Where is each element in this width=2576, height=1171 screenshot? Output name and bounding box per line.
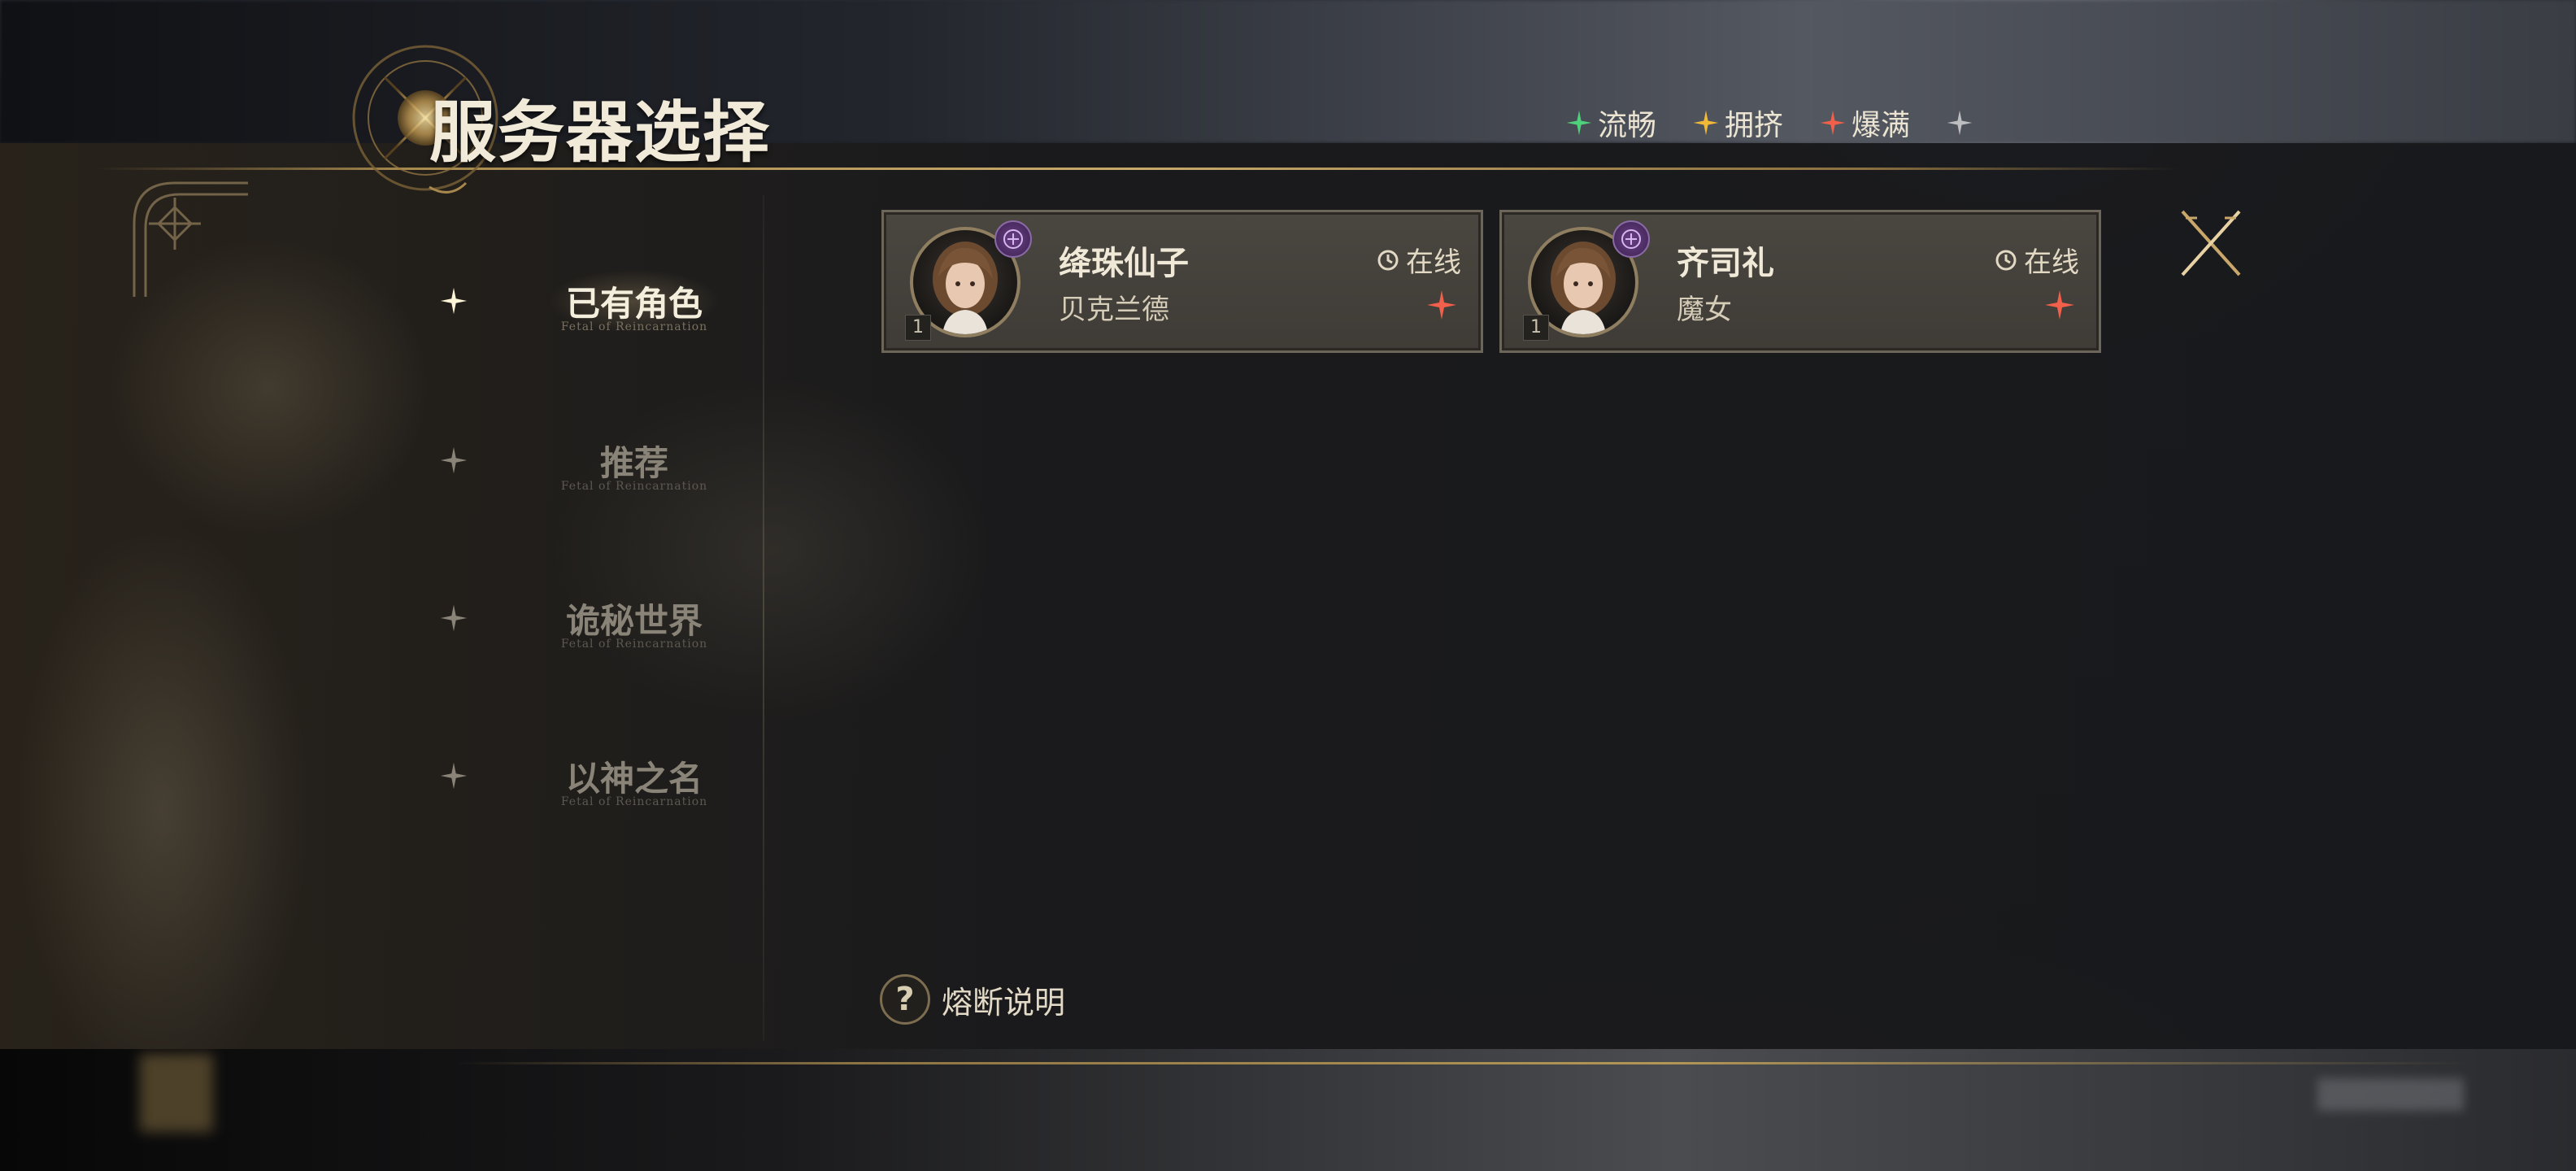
character-level: 1 bbox=[1523, 315, 1549, 341]
server-load-icon bbox=[2045, 290, 2074, 320]
page-title: 服务器选择 bbox=[429, 94, 772, 172]
sparkle-icon bbox=[1947, 110, 1973, 136]
legend-item-full: 爆满 bbox=[1819, 102, 1910, 144]
sparkle-icon bbox=[1820, 110, 1846, 136]
sparkle-icon bbox=[440, 287, 468, 315]
nav-label: 诡秘世界 bbox=[565, 601, 703, 641]
server-load-icon bbox=[1427, 290, 1456, 320]
character-name: 齐司礼 bbox=[1677, 244, 1774, 282]
character-level: 1 bbox=[905, 315, 931, 341]
nav-label: 以神之名 bbox=[565, 759, 703, 799]
nav-item-recommended[interactable]: 推荐 Fetal of Reincarnation bbox=[423, 428, 764, 525]
blurred-background-element bbox=[2317, 1078, 2464, 1111]
nav-sublabel: Fetal of Reincarnation bbox=[560, 795, 708, 808]
character-name: 绛珠仙子 bbox=[1059, 244, 1189, 282]
nav-label: 已有角色 bbox=[565, 284, 703, 324]
sparkle-icon bbox=[1566, 110, 1592, 136]
clock-icon bbox=[1377, 250, 1399, 270]
legend-label: 爆满 bbox=[1852, 109, 1911, 142]
blurred-background-element bbox=[140, 1054, 213, 1132]
server-name: 贝克兰德 bbox=[1059, 294, 1169, 326]
legend-label: 流畅 bbox=[1598, 109, 1657, 142]
legend-item-crowded: 拥挤 bbox=[1692, 102, 1783, 144]
online-status: 在线 bbox=[1993, 240, 2079, 280]
server-load-legend: 流畅 拥挤 爆满 bbox=[1565, 102, 1973, 143]
status-label: 在线 bbox=[2024, 246, 2079, 279]
sparkle-icon bbox=[440, 762, 468, 790]
corner-ornament-icon bbox=[133, 181, 248, 297]
legend-label: 拥挤 bbox=[1725, 109, 1784, 142]
close-button[interactable] bbox=[2178, 208, 2244, 278]
online-status: 在线 bbox=[1375, 240, 1461, 280]
sparkle-icon bbox=[440, 446, 468, 474]
nav-sublabel: Fetal of Reincarnation bbox=[560, 480, 708, 493]
legend-item-maintenance bbox=[1946, 109, 1973, 137]
sparkle-icon bbox=[440, 604, 468, 632]
background-bottom bbox=[0, 1049, 2576, 1171]
status-label: 在线 bbox=[1406, 246, 1461, 279]
question-icon: ? bbox=[880, 974, 930, 1025]
nav-sublabel: Fetal of Reincarnation bbox=[560, 638, 708, 651]
nav-item-in-the-name-of-god[interactable]: 以神之名 Fetal of Reincarnation bbox=[423, 743, 764, 841]
sparkle-icon bbox=[1693, 110, 1719, 136]
character-card[interactable]: 1 齐司礼 魔女 在线 bbox=[1499, 210, 2101, 353]
nav-label: 推荐 bbox=[599, 443, 668, 483]
legend-item-smooth: 流畅 bbox=[1565, 102, 1656, 144]
help-link[interactable]: ? 熔断说明 bbox=[880, 974, 1065, 1025]
class-badge-icon bbox=[994, 220, 1032, 258]
close-icon bbox=[2181, 210, 2241, 276]
clock-icon bbox=[1995, 250, 2017, 270]
server-name: 魔女 bbox=[1677, 294, 1732, 326]
nav-item-mysterious-world[interactable]: 诡秘世界 Fetal of Reincarnation bbox=[423, 586, 764, 683]
help-label: 熔断说明 bbox=[942, 984, 1066, 1021]
gold-divider-bottom bbox=[455, 1062, 2472, 1064]
class-badge-icon bbox=[1612, 220, 1650, 258]
nav-item-existing-characters[interactable]: 已有角色 Fetal of Reincarnation bbox=[423, 252, 764, 366]
nav-sublabel: Fetal of Reincarnation bbox=[560, 320, 708, 333]
character-card[interactable]: 1 绛珠仙子 贝克兰德 在线 bbox=[881, 210, 1483, 353]
